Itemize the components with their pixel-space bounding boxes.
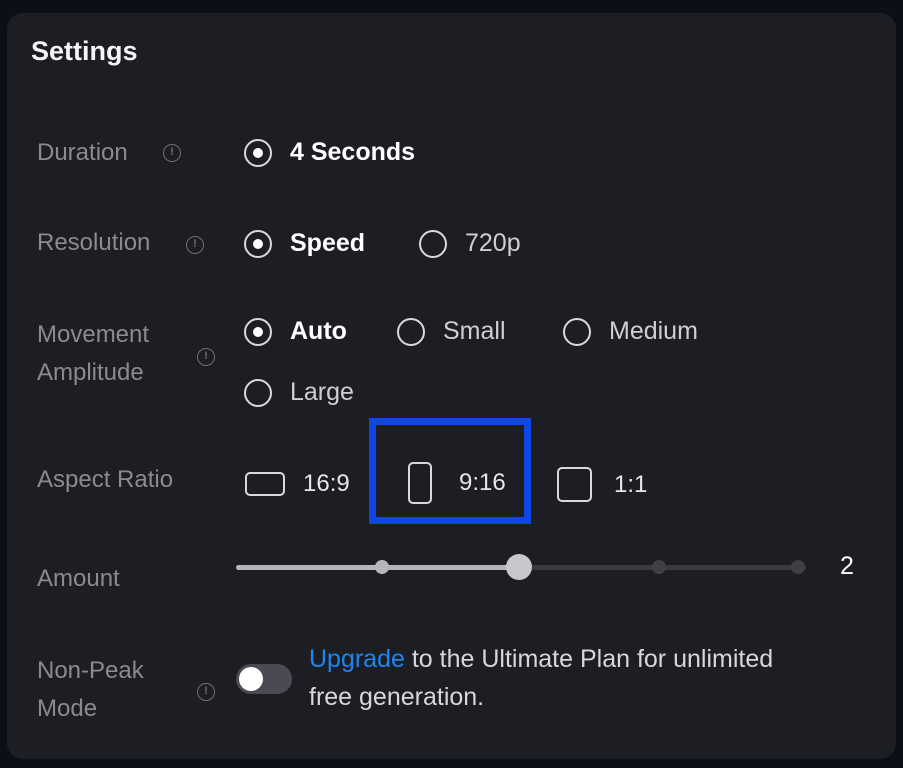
upgrade-message: Upgrade to the Ultimate Plan for unlimit…: [309, 640, 779, 716]
toggle-knob: [239, 667, 263, 691]
movement-option-large[interactable]: Large: [244, 378, 354, 407]
resolution-option-speed[interactable]: Speed: [244, 229, 365, 258]
radio-selected-icon: [244, 317, 272, 346]
non-peak-label-line2: Mode: [37, 695, 98, 722]
aspect-option-9-16[interactable]: 9:16: [408, 462, 506, 504]
radio-unselected-icon: [397, 317, 425, 346]
radio-label: Small: [443, 317, 506, 345]
movement-option-small[interactable]: Small: [397, 317, 506, 346]
movement-option-medium[interactable]: Medium: [563, 317, 698, 346]
radio-unselected-icon: [419, 229, 447, 258]
non-peak-info-icon[interactable]: !: [197, 683, 215, 701]
slider-tick: [652, 560, 666, 574]
movement-label-line2: Amplitude: [37, 359, 144, 386]
aspect-ratio-label: Aspect Ratio: [37, 466, 174, 493]
resolution-option-720p[interactable]: 720p: [419, 229, 521, 258]
amount-slider[interactable]: [236, 554, 806, 580]
non-peak-toggle[interactable]: [236, 664, 292, 694]
resolution-info-icon[interactable]: !: [186, 236, 204, 254]
duration-info-icon[interactable]: !: [163, 144, 181, 162]
radio-label: 4 Seconds: [290, 138, 416, 166]
movement-option-auto[interactable]: Auto: [244, 317, 347, 346]
slider-thumb[interactable]: [506, 554, 532, 580]
non-peak-label-line1: Non-Peak: [37, 657, 144, 684]
duration-option-4-seconds[interactable]: 4 Seconds: [244, 138, 415, 167]
aspect-label: 9:16: [459, 469, 506, 496]
amount-label: Amount: [37, 565, 120, 592]
radio-label: Speed: [290, 229, 366, 257]
radio-selected-icon: [244, 138, 272, 167]
movement-info-icon[interactable]: !: [197, 348, 215, 366]
slider-tick: [375, 560, 389, 574]
aspect-option-16-9[interactable]: 16:9: [245, 470, 350, 498]
radio-unselected-icon: [244, 378, 272, 407]
movement-label-line1: Movement: [37, 321, 150, 348]
slider-tick: [791, 560, 805, 574]
amount-value: 2: [840, 552, 854, 580]
duration-label: Duration: [37, 139, 128, 166]
radio-label: Auto: [290, 317, 347, 345]
radio-selected-icon: [244, 229, 272, 258]
panel-title: Settings: [31, 36, 138, 66]
landscape-ratio-icon: [245, 472, 285, 496]
portrait-ratio-icon: [408, 462, 432, 504]
aspect-label: 16:9: [303, 470, 350, 497]
radio-unselected-icon: [563, 317, 591, 346]
upgrade-link[interactable]: Upgrade: [309, 645, 405, 673]
radio-label: 720p: [465, 229, 521, 257]
square-ratio-icon: [557, 467, 592, 502]
resolution-label: Resolution: [37, 229, 151, 256]
radio-label: Medium: [609, 317, 698, 345]
aspect-option-1-1[interactable]: 1:1: [557, 467, 647, 502]
aspect-label: 1:1: [614, 470, 648, 498]
radio-label: Large: [290, 378, 354, 406]
